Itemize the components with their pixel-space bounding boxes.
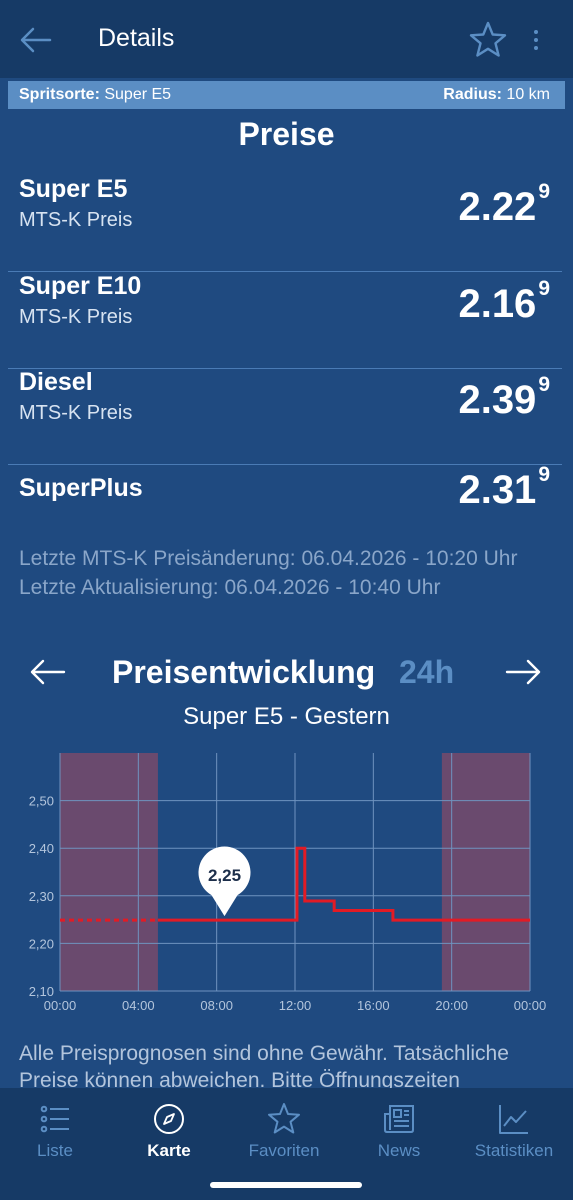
favorite-star-icon[interactable] — [468, 20, 508, 60]
trend-header: Preisentwicklung 24h — [0, 652, 573, 702]
y-tick-label: 2,20 — [29, 936, 54, 951]
x-tick-label: 12:00 — [279, 998, 312, 1013]
y-tick-label: 2,30 — [29, 889, 54, 904]
filter-bar[interactable]: Spritsorte: Super E5 Radius: 10 km — [8, 81, 565, 109]
more-options-icon[interactable] — [526, 24, 546, 56]
x-tick-label: 04:00 — [122, 998, 155, 1013]
y-tick-label: 2,10 — [29, 984, 54, 999]
price-main: 2.22 — [458, 185, 537, 229]
chart-icon — [499, 1105, 528, 1134]
nav-label: Liste — [37, 1141, 73, 1160]
price-tenth: 9 — [538, 462, 550, 486]
fuel-name: SuperPlus — [19, 474, 143, 502]
y-tick-label: 2,40 — [29, 841, 54, 856]
nav-label: Karte — [147, 1141, 191, 1160]
price-row-super-e10: Super E10 MTS-K Preis 2.169 — [8, 272, 562, 369]
page-title: Details — [98, 24, 175, 52]
last-update: Letzte Aktualisierung: 06.04.2026 - 10:4… — [19, 576, 441, 599]
fuel-type-value: Super E5 — [104, 86, 172, 103]
last-price-change: Letzte MTS-K Preisänderung: 06.04.2026 -… — [19, 547, 518, 570]
fuel-price: 2.319 — [458, 463, 550, 513]
price-tenth: 9 — [538, 179, 550, 203]
radius-filter: Radius: 10 km — [443, 86, 550, 104]
price-tenth: 9 — [538, 372, 550, 396]
app-bar: Details — [0, 0, 573, 78]
x-tick-label: 00:00 — [44, 998, 77, 1013]
nav-item-karte[interactable]: Karte — [114, 1102, 224, 1161]
price-main: 2.16 — [458, 282, 537, 326]
nav-item-statistiken[interactable]: Statistiken — [459, 1102, 569, 1161]
newspaper-icon — [384, 1105, 414, 1133]
nav-item-favoriten[interactable]: Favoriten — [229, 1102, 339, 1161]
previous-arrow-icon[interactable] — [30, 658, 66, 686]
trend-title: Preisentwicklung — [112, 654, 376, 690]
trend-range-24h[interactable]: 24h — [399, 654, 454, 691]
fuel-type-filter: Spritsorte: Super E5 — [19, 86, 171, 104]
back-arrow-icon[interactable] — [18, 22, 54, 58]
nav-item-liste[interactable]: Liste — [0, 1102, 110, 1161]
price-row-super-e5: Super E5 MTS-K Preis 2.229 — [8, 175, 562, 272]
star-icon — [268, 1103, 300, 1134]
list-icon — [40, 1105, 69, 1133]
x-tick-label: 16:00 — [357, 998, 390, 1013]
fuel-name: Super E10 — [19, 272, 142, 300]
closed-hours-area — [441, 753, 530, 991]
price-main: 2.31 — [458, 468, 537, 512]
fuel-type-label: Spritsorte: — [19, 86, 100, 103]
price-marker-label: 2,25 — [208, 866, 241, 885]
compass-icon — [154, 1104, 184, 1134]
radius-value: 10 km — [506, 86, 550, 103]
price-source: MTS-K Preis — [19, 402, 133, 424]
nav-label: Statistiken — [474, 1141, 554, 1160]
y-tick-label: 2,50 — [29, 794, 54, 809]
price-source: MTS-K Preis — [19, 306, 133, 328]
x-tick-label: 00:00 — [514, 998, 547, 1013]
x-tick-label: 08:00 — [200, 998, 233, 1013]
closed-hours-area — [60, 753, 158, 991]
price-main: 2.39 — [458, 378, 537, 422]
fuel-price: 2.399 — [458, 373, 550, 423]
price-tenth: 9 — [538, 276, 550, 300]
prices-title: Preise — [238, 116, 335, 152]
next-arrow-icon[interactable] — [505, 658, 541, 686]
trend-subtitle: Super E5 - Gestern — [183, 703, 390, 730]
radius-label: Radius: — [443, 86, 502, 103]
price-source: MTS-K Preis — [19, 209, 133, 231]
update-info: Letzte MTS-K Preisänderung: 06.04.2026 -… — [19, 544, 517, 602]
nav-label: Favoriten — [248, 1141, 320, 1160]
x-tick-label: 20:00 — [435, 998, 468, 1013]
price-trend-chart[interactable]: 00:00 04:00 08:00 12:00 16:00 20:00 00:002,102… — [0, 745, 573, 1020]
price-row-diesel: Diesel MTS-K Preis 2.399 — [8, 368, 562, 465]
gesture-bar — [210, 1182, 362, 1188]
fuel-price: 2.229 — [458, 180, 550, 230]
nav-item-news[interactable]: News — [344, 1102, 454, 1161]
fuel-name: Super E5 — [19, 175, 128, 203]
disclaimer-text: Alle Preisprognosen sind ohne Gewähr. Ta… — [19, 1042, 509, 1092]
fuel-price: 2.169 — [458, 277, 550, 327]
fuel-name: Diesel — [19, 368, 93, 396]
nav-label: News — [377, 1141, 421, 1160]
